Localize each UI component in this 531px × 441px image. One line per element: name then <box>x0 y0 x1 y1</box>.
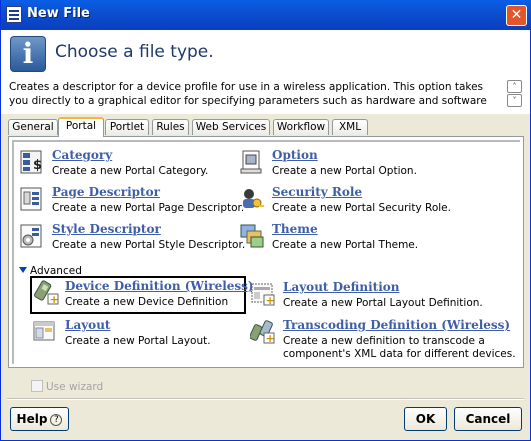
use-wizard-label: Use wizard <box>46 381 104 393</box>
file-type-security-role[interactable]: Security Role Create a new Portal Securi… <box>239 183 451 219</box>
page-descriptor-link[interactable]: Page Descriptor <box>52 185 160 199</box>
svg-text:+: + <box>266 294 275 307</box>
use-wizard-checkbox[interactable]: Use wizard <box>31 380 103 393</box>
tab-workflow[interactable]: Workflow <box>273 119 329 135</box>
tab-portlet[interactable]: Portlet <box>105 119 149 135</box>
svg-text:+: + <box>266 332 275 345</box>
expand-triangle-icon <box>19 267 27 273</box>
device-definition-link[interactable]: Device Definition (Wireless) <box>65 279 254 293</box>
category-description: Create a new Portal Category. <box>52 165 209 177</box>
transcoding-definition-icon: + <box>250 320 275 345</box>
help-button[interactable]: Help? <box>10 407 69 431</box>
help-label: Help <box>16 412 48 426</box>
svg-text:+: + <box>50 293 59 306</box>
file-type-page-descriptor[interactable]: Page Descriptor Create a new Portal Page… <box>19 183 244 219</box>
ok-button[interactable]: OK <box>404 407 447 431</box>
tab-xml[interactable]: XML <box>332 119 368 135</box>
svg-text:$: $ <box>33 158 42 173</box>
checkbox-box <box>31 380 43 392</box>
portal-tab-panel: $ Category Create a new Portal Category.… <box>8 136 524 368</box>
page-descriptor-description: Create a new Portal Page Descriptor. <box>52 202 245 214</box>
theme-icon <box>240 224 264 248</box>
category-link[interactable]: Category <box>52 148 112 162</box>
tab-rules[interactable]: Rules <box>152 119 189 135</box>
style-descriptor-link[interactable]: Style Descriptor <box>52 222 161 236</box>
file-type-transcoding-definition[interactable]: + Transcoding Definition (Wireless) Crea… <box>250 316 516 364</box>
info-icon: i <box>10 36 46 72</box>
transcoding-definition-description-line2: component's XML data for different devic… <box>283 348 516 360</box>
layout-description: Create a new Portal Layout. <box>65 335 211 347</box>
file-type-category[interactable]: $ Category Create a new Portal Category. <box>19 146 229 182</box>
layout-link[interactable]: Layout <box>65 318 110 332</box>
tab-web-services[interactable]: Web Services <box>192 119 270 135</box>
help-icon: ? <box>50 414 63 426</box>
device-definition-description: Create a new Device Definition <box>65 296 229 308</box>
scroll-down-button[interactable]: ˅ <box>507 94 522 107</box>
tab-general[interactable]: General <box>8 119 58 135</box>
footer-separator <box>7 398 524 400</box>
security-role-description: Create a new Portal Security Role. <box>272 202 451 214</box>
layout-definition-link[interactable]: Layout Definition <box>283 280 400 294</box>
transcoding-definition-link[interactable]: Transcoding Definition (Wireless) <box>283 318 510 332</box>
cancel-button[interactable]: Cancel <box>454 407 522 431</box>
theme-description: Create a new Portal Theme. <box>272 239 419 251</box>
new-file-dialog: New File ✕ i Choose a file type. Creates… <box>0 0 531 441</box>
file-type-theme[interactable]: Theme Create a new Portal Theme. <box>239 220 439 256</box>
layout-icon <box>33 321 55 341</box>
theme-link[interactable]: Theme <box>272 222 318 236</box>
security-role-link[interactable]: Security Role <box>272 185 362 199</box>
file-type-layout[interactable]: Layout Create a new Portal Layout. <box>32 316 242 352</box>
title-bar: New File ✕ <box>1 0 531 30</box>
transcoding-definition-description-line1: Create a new definition to transcode a <box>283 335 485 347</box>
file-type-list: $ Category Create a new Portal Category.… <box>12 140 520 364</box>
security-role-icon <box>243 189 264 208</box>
file-type-layout-definition[interactable]: + Layout Definition Create a new Portal … <box>250 278 483 314</box>
app-icon <box>6 6 22 23</box>
window-title: New File <box>27 6 90 21</box>
style-descriptor-description: Create a new Portal Style Descriptor. <box>52 239 246 251</box>
option-description: Create a new Portal Option. <box>272 165 417 177</box>
file-type-style-descriptor[interactable]: Style Descriptor Create a new Portal Sty… <box>19 220 245 256</box>
tab-portal[interactable]: Portal <box>58 117 104 137</box>
device-definition-icon: + <box>34 280 59 306</box>
layout-definition-icon: + <box>251 283 275 307</box>
dialog-header: i Choose a file type. <box>1 30 530 78</box>
page-descriptor-icon <box>20 187 42 211</box>
description-area: Creates a descriptor for a device profil… <box>1 78 530 114</box>
file-type-device-definition[interactable]: + Device Definition (Wireless) Create a … <box>30 276 254 314</box>
category-icon: $ <box>20 150 42 174</box>
description-text: Creates a descriptor for a device profil… <box>9 81 487 107</box>
style-descriptor-icon <box>20 224 42 248</box>
scroll-up-button[interactable]: ˄ <box>507 80 522 93</box>
page-title: Choose a file type. <box>55 42 214 62</box>
layout-definition-description: Create a new Portal Layout Definition. <box>283 297 483 309</box>
option-link[interactable]: Option <box>272 148 318 162</box>
file-type-option[interactable]: Option Create a new Portal Option. <box>239 146 439 182</box>
close-button[interactable]: ✕ <box>506 5 527 26</box>
option-icon <box>240 150 262 174</box>
